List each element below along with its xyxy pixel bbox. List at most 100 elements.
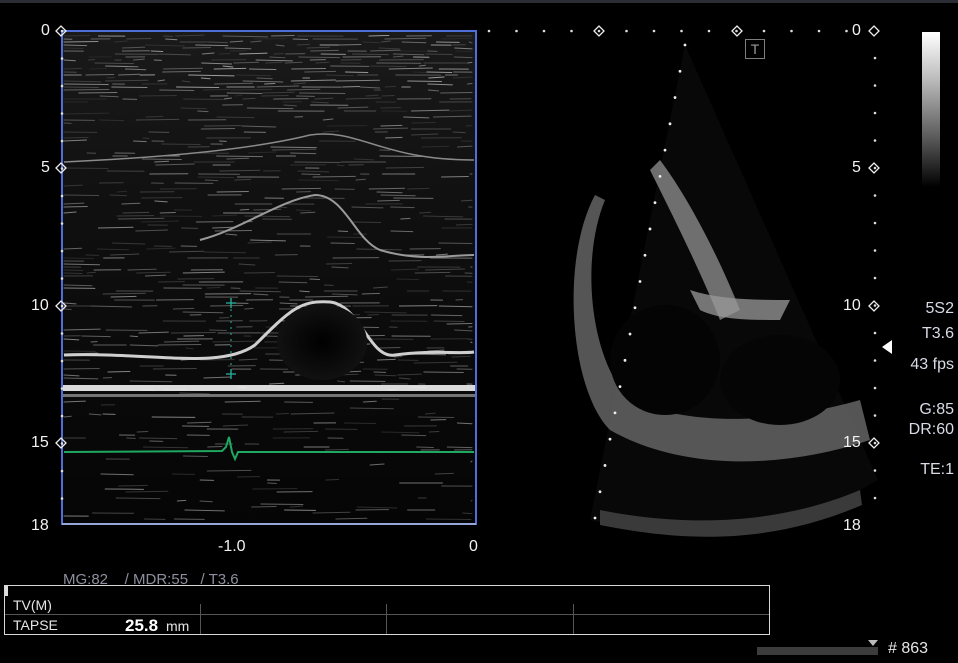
speckle-line <box>175 86 220 89</box>
depth-tick-dot <box>60 167 64 170</box>
speckle-line <box>407 187 430 190</box>
top-tick-dot <box>680 29 683 33</box>
top-tick-dot <box>542 29 546 33</box>
speckle-line <box>63 44 88 47</box>
speckle-line <box>312 175 356 178</box>
m-line-dot <box>593 516 597 520</box>
speckle-line <box>78 91 118 94</box>
speckle-line <box>145 115 164 118</box>
speckle-line <box>207 445 223 448</box>
mmode-blood-pool <box>277 304 367 380</box>
speckle-line <box>455 223 473 226</box>
right-diamond <box>868 25 880 37</box>
te-label: TE:1 <box>920 461 954 478</box>
time-label-0: 0 <box>469 538 478 555</box>
speckle-line <box>455 50 473 53</box>
speckle-line <box>390 230 414 233</box>
depth-tick-dot <box>60 359 64 363</box>
sector-top-scale <box>487 25 848 37</box>
speckle-line <box>368 34 390 37</box>
speckle-line <box>182 46 212 49</box>
top-tick-dot <box>735 29 738 33</box>
speckle-line <box>246 107 294 110</box>
speckle-line <box>453 56 473 59</box>
measurement-header: TV(M) <box>13 597 52 613</box>
focus-marker-icon[interactable] <box>882 340 892 354</box>
speckle-line <box>135 118 180 121</box>
left-atrium <box>720 335 840 425</box>
sector-depth-label-10: 10 <box>843 297 861 314</box>
speckle-line <box>118 484 148 487</box>
speckle-line <box>361 292 381 295</box>
measurement-label-tapse: TAPSE <box>13 617 58 633</box>
speckle-line <box>239 208 250 211</box>
speckle-line <box>214 82 254 85</box>
speckle-line <box>426 71 453 74</box>
speckle-line <box>434 472 454 475</box>
speckle-line <box>324 448 350 451</box>
depth-tick-dot <box>60 497 64 500</box>
speckle-line <box>385 166 425 169</box>
right-tick-dot <box>873 84 877 87</box>
speckle-line <box>206 286 221 289</box>
speckle-line <box>330 242 355 245</box>
speckle-line <box>260 94 289 97</box>
cine-marker-icon[interactable] <box>868 640 880 648</box>
speckle-line <box>233 61 260 64</box>
speckle-line <box>446 446 473 449</box>
speckle-line <box>214 229 253 232</box>
speckle-line <box>105 79 149 82</box>
speckle-line <box>309 278 321 281</box>
sector-depth-label-0: 0 <box>852 22 861 39</box>
speckle-line <box>176 499 187 502</box>
top-tick-dot <box>487 29 491 33</box>
right-tick-dot <box>873 166 877 170</box>
speckle-line <box>441 175 469 178</box>
depth-tick-dot <box>60 414 64 418</box>
cine-scrollbar[interactable] <box>757 647 878 655</box>
speckle-line <box>159 89 195 92</box>
speckle-line <box>63 67 83 70</box>
speckle-line <box>396 278 420 281</box>
speckle-line <box>337 230 349 233</box>
speckle-line <box>94 62 135 65</box>
speckle-line <box>216 155 264 158</box>
speckle-line <box>470 499 473 502</box>
right-tick-dot <box>873 496 877 500</box>
mode-label: T3.6 <box>921 325 954 342</box>
speckle-line <box>400 217 411 220</box>
speckle-line <box>126 37 152 40</box>
m-line-dot <box>683 43 687 47</box>
table-divider-row <box>5 614 769 615</box>
top-tick-dot <box>817 29 821 33</box>
trace-icon[interactable]: T <box>745 39 765 59</box>
depth-tick-dot <box>60 469 64 473</box>
right-tick-dot <box>873 276 877 280</box>
speckle-line <box>138 437 178 440</box>
m-line-dot <box>653 201 657 205</box>
speckle-line <box>290 152 317 155</box>
speckle-line <box>414 271 451 274</box>
mmode-panel <box>62 31 476 524</box>
m-line-dot <box>613 411 617 415</box>
right-tick-dot <box>873 194 877 197</box>
depth-tick-dot <box>60 222 64 225</box>
m-line-dot <box>618 385 622 389</box>
speckle-line <box>370 65 407 68</box>
top-tick-dot <box>707 29 711 33</box>
speckle-line <box>89 67 108 70</box>
speckle-line <box>281 187 321 190</box>
speckle-line <box>301 173 321 176</box>
m-line-dot <box>623 358 627 362</box>
sector-image <box>573 45 878 537</box>
speckle-line <box>265 61 283 64</box>
speckle-line <box>433 320 465 323</box>
depth-tick-dot <box>60 194 64 198</box>
measurement-table: TV(M) TAPSE 25.8 mm <box>4 585 770 635</box>
right-tick-dot <box>873 221 877 225</box>
speckle-line <box>107 370 131 373</box>
speckle-line <box>115 497 161 500</box>
speckle-line <box>352 53 389 56</box>
speckle-line <box>122 211 150 214</box>
right-tick-dot <box>873 249 877 252</box>
